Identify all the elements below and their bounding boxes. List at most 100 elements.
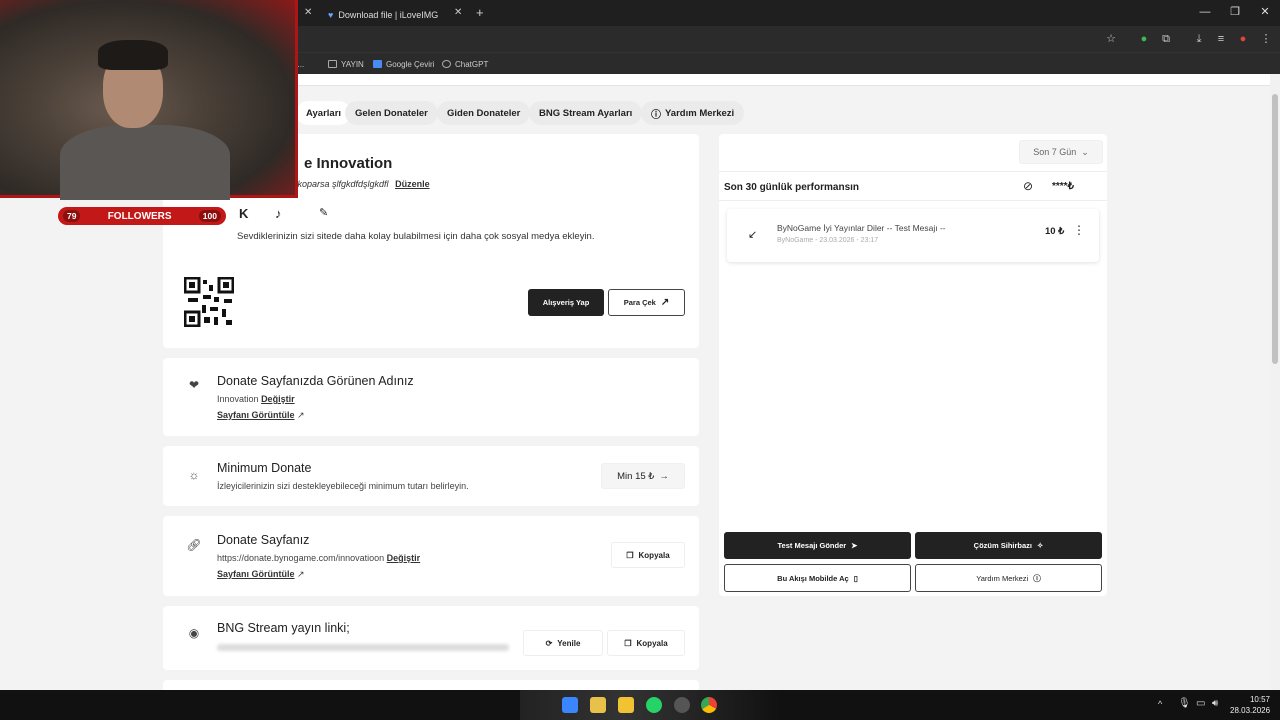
test-message-button[interactable]: Test Mesajı Gönder ➤ bbox=[724, 532, 911, 559]
withdraw-button-label: Para Çek bbox=[623, 298, 656, 307]
menu-kebab-icon[interactable]: ⋮ bbox=[1259, 32, 1273, 46]
extensions-puzzle-icon[interactable]: ⧉ bbox=[1159, 32, 1173, 46]
shop-button[interactable]: Alışveriş Yap bbox=[528, 289, 604, 316]
tab-label: Giden Donateler bbox=[447, 107, 521, 119]
copy-stream-button[interactable]: ❐ Kopyala bbox=[607, 630, 685, 656]
eye-off-icon[interactable]: ⊘ bbox=[1023, 179, 1033, 193]
stream-link-card: ◉ BNG Stream yayın linki; ⟳ Yenile ❐ Kopya… bbox=[163, 606, 699, 670]
tab-gelen-donateler[interactable]: Gelen Donateler bbox=[345, 101, 438, 125]
bookmark-chatgpt[interactable]: ChatGPT bbox=[442, 57, 488, 71]
close-tab-icon[interactable]: ✕ bbox=[454, 7, 462, 18]
more-options-icon[interactable]: ⋮ bbox=[1073, 223, 1085, 237]
performance-title: Son 30 günlük performansın bbox=[724, 182, 860, 193]
copy-icon: ❐ bbox=[624, 638, 632, 648]
minimize-icon[interactable]: — bbox=[1190, 0, 1220, 26]
edit-bio-link[interactable]: Düzenle bbox=[395, 179, 430, 189]
link-icon: 🔗︎ bbox=[186, 538, 202, 552]
page-scrollbar[interactable] bbox=[1270, 74, 1280, 690]
open-mobile-button[interactable]: Bu Akışı Mobilde Aç ▯ bbox=[724, 564, 911, 592]
tab-label: Ayarları bbox=[306, 107, 342, 119]
profile-name: e Innovation bbox=[304, 155, 393, 172]
translate-icon bbox=[373, 60, 382, 68]
clock[interactable]: 10:57 28.03.2026 bbox=[1230, 694, 1270, 716]
close-window-icon[interactable]: ✕ bbox=[1250, 0, 1280, 26]
start-windows-icon[interactable] bbox=[562, 697, 578, 713]
copy-url-button[interactable]: ❐ Kopyala bbox=[611, 542, 685, 568]
close-tab-icon[interactable]: ✕ bbox=[304, 7, 312, 18]
streamer-hair bbox=[98, 40, 168, 70]
broadcast-icon: ◉ bbox=[188, 626, 200, 640]
profile-bio: ne koparsa şlfgkdfdşlgkdfl Düzenle bbox=[285, 179, 430, 189]
bookmark-label: ChatGPT bbox=[455, 59, 489, 69]
incoming-arrow-icon: ↙ bbox=[748, 229, 758, 241]
tray-chevron-icon[interactable]: ^ bbox=[1158, 699, 1162, 709]
taskbar: ^ 🎙︎ ▭ 🔊︎ 10:57 28.03.2026 bbox=[0, 690, 1280, 720]
help-circle-icon: ⓘ bbox=[1033, 573, 1041, 583]
copy-label: Kopyala bbox=[636, 638, 668, 648]
bookmark-yayin[interactable]: YAYIN bbox=[328, 57, 364, 71]
media-icon[interactable]: ≡ bbox=[1214, 32, 1228, 46]
external-link-icon: ↗ bbox=[660, 297, 670, 308]
volume-icon[interactable]: 🔊︎ bbox=[1212, 698, 1218, 709]
chrome-icon[interactable] bbox=[701, 697, 717, 713]
qr-code bbox=[184, 277, 234, 327]
refresh-button[interactable]: ⟳ Yenile bbox=[523, 630, 603, 656]
donate-page-card: 🔗︎ Donate Sayfanız https://donate.bynoga… bbox=[163, 516, 699, 596]
help-center-button[interactable]: Yardım Merkezi ⓘ bbox=[915, 564, 1102, 592]
bookmark-star-icon[interactable]: ☆ bbox=[1104, 32, 1118, 46]
network-icon[interactable]: ▭ bbox=[1196, 698, 1205, 709]
mic-icon[interactable]: 🎙︎ bbox=[1178, 698, 1191, 709]
donate-url: https://donate.bynogame.com/innovatioon bbox=[217, 553, 385, 563]
followers-current: 79 bbox=[63, 210, 81, 222]
copy-label: Kopyala bbox=[638, 550, 670, 560]
withdraw-button[interactable]: Para Çek ↗ bbox=[608, 289, 685, 316]
bookmark-google-ceviri[interactable]: Google Çeviri bbox=[373, 57, 434, 71]
social-hint: Sevdiklerinizin sizi sitede daha kolay b… bbox=[237, 231, 595, 242]
display-name-value: Innovation bbox=[217, 394, 259, 404]
edit-pencil-icon[interactable]: ✎ bbox=[319, 206, 328, 219]
change-name-link[interactable]: Değiştir bbox=[261, 394, 295, 404]
test-label: Test Mesajı Gönder bbox=[777, 541, 847, 550]
min-donate-button[interactable]: Min 15 ₺ → bbox=[601, 463, 685, 489]
clock-time: 10:57 bbox=[1249, 695, 1270, 704]
solution-wizard-button[interactable]: Çözüm Sihirbazı ✧ bbox=[915, 532, 1102, 559]
scrollbar-thumb[interactable] bbox=[1272, 94, 1278, 364]
view-page-link[interactable]: Sayfanı Görüntüle ↗ bbox=[217, 410, 305, 421]
tab-ayarlari[interactable]: Ayarları bbox=[296, 101, 352, 125]
wizard-label: Çözüm Sihirbazı bbox=[973, 541, 1033, 550]
tab-bng-stream-ayarlari[interactable]: BNG Stream Ayarları bbox=[529, 101, 643, 125]
refresh-label: Yenile bbox=[557, 638, 581, 648]
notes-app-icon[interactable] bbox=[590, 697, 606, 713]
min-donate-card: ☼ Minimum Donate İzleyicilerinizin sizi … bbox=[163, 446, 699, 506]
range-label: Son 7 Gün bbox=[1033, 147, 1077, 157]
tab-giden-donateler[interactable]: Giden Donateler bbox=[437, 101, 531, 125]
profile-avatar-icon[interactable]: ● bbox=[1236, 32, 1250, 46]
external-link-icon: ↗ bbox=[297, 410, 305, 420]
file-explorer-icon[interactable] bbox=[618, 697, 634, 713]
magic-icon: ✧ bbox=[1037, 541, 1044, 550]
donation-title: ByNoGame İyi Yayınlar Diler -- Test Mesa… bbox=[777, 223, 946, 233]
min-donate-title: Minimum Donate bbox=[217, 461, 312, 475]
tiktok-icon[interactable]: ♪ bbox=[275, 206, 282, 221]
new-tab-icon[interactable]: + bbox=[476, 5, 484, 20]
download-icon[interactable]: ⤓ bbox=[1192, 32, 1206, 46]
bio-text: ne koparsa şlfgkdfdşlgkdfl bbox=[285, 179, 389, 189]
range-select[interactable]: Son 7 Gün ⌄ bbox=[1019, 140, 1103, 164]
change-url-link[interactable]: Değiştir bbox=[387, 553, 421, 563]
bookmark-label: YAYIN bbox=[341, 59, 364, 69]
view-donate-page-link[interactable]: Sayfanı Görüntüle ↗ bbox=[217, 569, 305, 580]
steam-icon[interactable] bbox=[674, 697, 690, 713]
tab-yardim-merkezi[interactable]: ⓘ Yardım Merkezi bbox=[641, 101, 745, 125]
browser-tab[interactable]: ♥ Download file | iLoveIMG bbox=[328, 4, 438, 26]
chatgpt-icon bbox=[442, 60, 451, 68]
extension-shield-icon[interactable]: ● bbox=[1137, 32, 1151, 46]
maximize-icon[interactable]: ❐ bbox=[1220, 0, 1250, 26]
kick-icon[interactable]: K bbox=[239, 206, 248, 221]
donation-amount: 10 ₺ bbox=[1045, 226, 1065, 237]
donation-item[interactable]: ↙ ByNoGame İyi Yayınlar Diler -- Test Me… bbox=[727, 209, 1099, 262]
whatsapp-icon[interactable] bbox=[646, 697, 662, 713]
tab-title: Download file | iLoveIMG bbox=[338, 10, 439, 20]
display-name-card: ❤ Donate Sayfanızda Görünen Adınız Innov… bbox=[163, 358, 699, 436]
display-name-title: Donate Sayfanızda Görünen Adınız bbox=[217, 374, 414, 388]
followers-goal-bar: 79 FOLLOWERS 100 bbox=[58, 207, 226, 225]
